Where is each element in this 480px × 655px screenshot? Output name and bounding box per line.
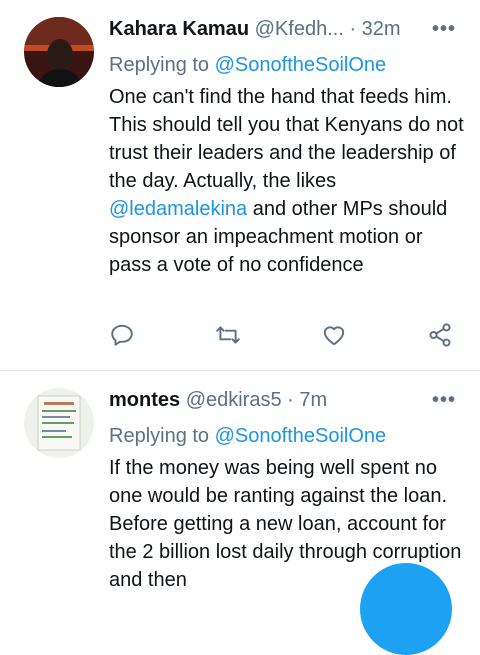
replying-to-line: Replying to @SonoftheSoilOne [109,425,386,448]
retweet-icon[interactable] [215,322,245,352]
tweet-header: montes @edkiras5 · 7m ••• [109,389,460,417]
reply-icon[interactable] [109,322,139,352]
separator-dot: · [287,389,294,411]
separator-dot: · [349,18,357,40]
author-handle[interactable]: @Kfedh... [255,18,344,40]
tweet-text: One can't find the hand that feeds him. … [109,86,464,192]
avatar[interactable] [24,17,94,87]
replying-to-label: Replying to [109,54,210,76]
author-name[interactable]: montes [109,389,180,411]
replying-to-mention[interactable]: @SonoftheSoilOne [215,425,387,447]
mention-link[interactable]: @ledamalekina [109,198,247,220]
replying-to-mention[interactable]: @SonoftheSoilOne [215,54,387,76]
more-options-icon[interactable]: ••• [432,389,456,412]
avatar[interactable] [24,388,94,458]
replying-to-label: Replying to [109,425,210,447]
author-handle[interactable]: @edkiras5 [186,389,282,411]
timestamp[interactable]: 32m [362,18,401,40]
like-icon[interactable] [321,322,351,352]
tweet-body: One can't find the hand that feeds him. … [109,83,464,279]
share-icon[interactable] [427,322,457,352]
tweet[interactable]: Kahara Kamau @Kfedh... · 32m ••• Replyin… [0,0,480,371]
author-name[interactable]: Kahara Kamau [109,18,249,40]
tweet-header: Kahara Kamau @Kfedh... · 32m ••• [109,18,460,46]
compose-tweet-button[interactable] [360,563,452,655]
more-options-icon[interactable]: ••• [432,18,456,41]
tweet-actions [109,322,459,352]
replying-to-line: Replying to @SonoftheSoilOne [109,54,386,77]
timestamp[interactable]: 7m [299,389,327,411]
